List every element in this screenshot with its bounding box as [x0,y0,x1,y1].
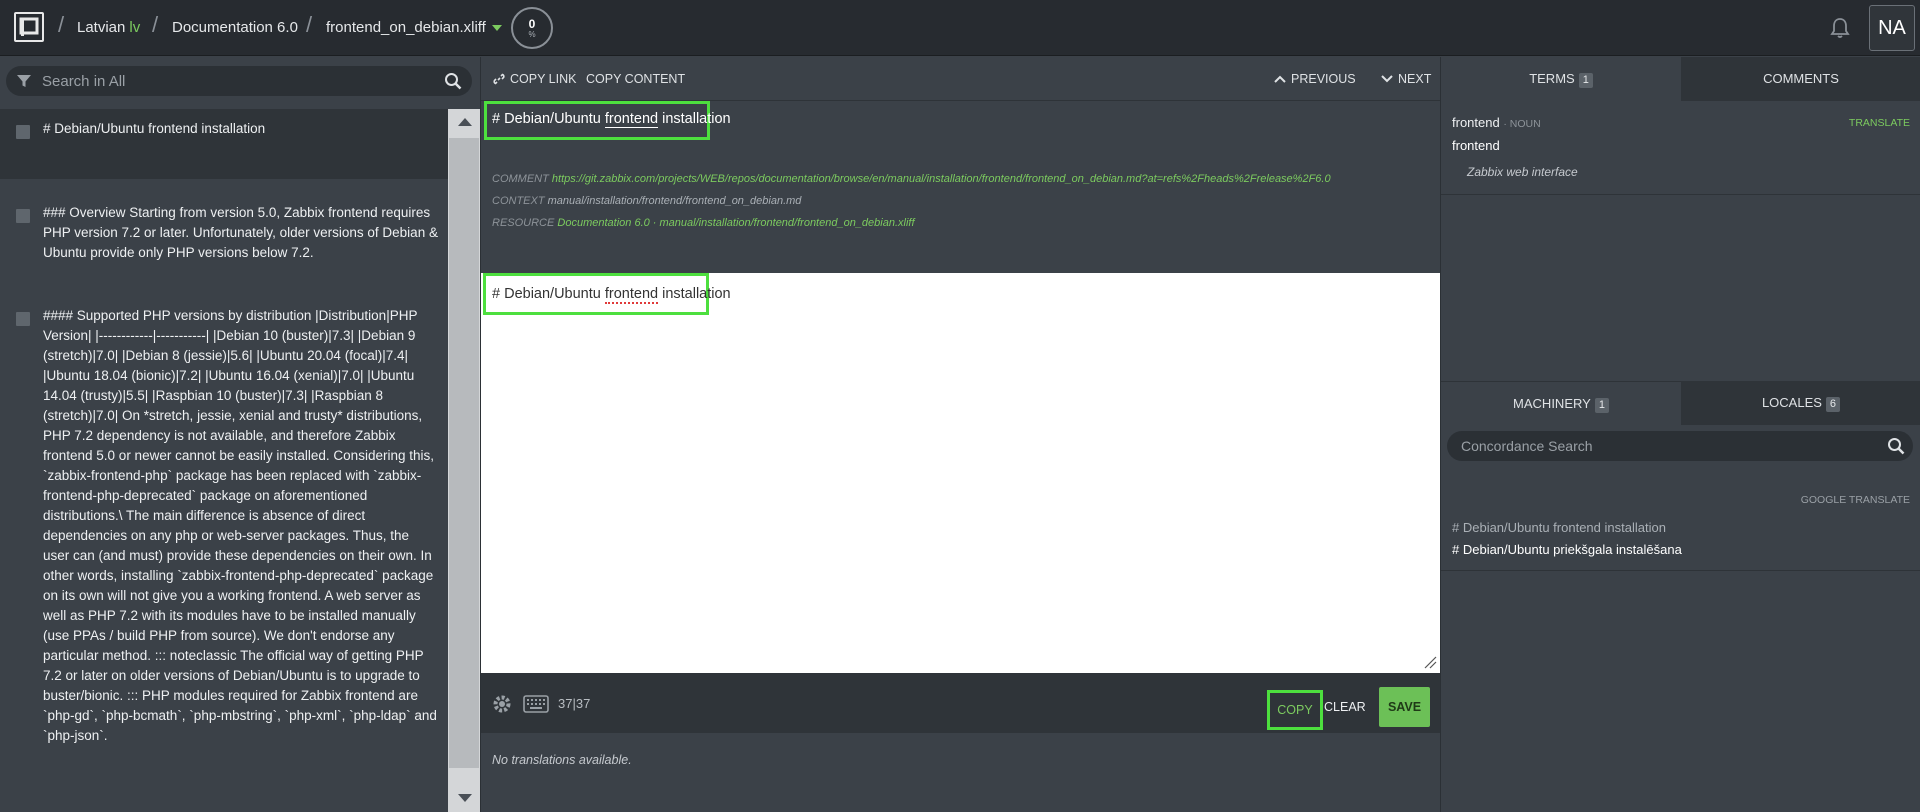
search-bar [6,66,472,96]
bell-icon[interactable] [1828,16,1852,40]
user-avatar[interactable]: NA [1869,5,1915,51]
list-item-text: ### Overview Starting from version 5.0, … [43,205,438,260]
chevron-down-icon [491,25,502,32]
tab-machinery[interactable]: MACHINERY 1 [1441,381,1681,425]
term-translation: frontend [1452,138,1500,153]
term-definition: Zabbix web interface [1467,165,1578,179]
helpers-panel: TERMS 1 COMMENTS frontend · NOUN TRANSLAT… [1440,57,1920,812]
list-item-text: # Debian/Ubuntu frontend installation [43,121,266,136]
gear-icon[interactable] [491,693,513,715]
source-string: # Debian/Ubuntu frontend installation [492,111,731,128]
link-icon [493,73,505,85]
search-icon[interactable] [444,72,462,90]
top-bar: / Latvian lv / Documentation 6.0 / fronte… [0,0,1920,56]
search-input[interactable] [42,66,432,96]
scroll-down-arrow-icon[interactable] [458,794,472,802]
machinery-count-badge: 1 [1594,398,1609,413]
next-button[interactable]: NEXT [1380,72,1431,86]
term-entry[interactable]: frontend · NOUN [1452,115,1541,130]
editor-panel: COPY LINK COPY CONTENT PREVIOUS NEXT # D… [480,57,1441,812]
translate-term-link[interactable]: TRANSLATE [1849,117,1910,129]
entity-list-panel: # Debian/Ubuntu frontend installation ##… [0,57,480,812]
pontoon-logo[interactable] [14,12,44,42]
list-item[interactable]: #### Supported PHP versions by distribut… [0,296,448,756]
tab-comments[interactable]: COMMENTS [1681,57,1920,101]
search-icon[interactable] [1887,437,1905,455]
divider [1441,570,1920,571]
machinery-source-text: # Debian/Ubuntu frontend installation [1452,520,1666,535]
source-panel: # Debian/Ubuntu frontend installation CO… [481,101,1441,273]
locales-count-badge: 6 [1825,397,1841,412]
scroll-up-arrow-icon[interactable] [458,118,472,126]
filter-icon[interactable] [16,73,32,89]
breadcrumb-project[interactable]: Documentation 6.0 [172,19,298,36]
translation-text: # Debian/Ubuntu frontend installation [492,286,731,304]
machine-translation-provider: GOOGLE TRANSLATE [1800,494,1910,506]
term-highlight[interactable]: frontend [604,111,659,128]
breadcrumb-separator: / [152,12,159,37]
translation-textarea[interactable]: # Debian/Ubuntu frontend installation [481,273,1441,673]
breadcrumb-file[interactable]: frontend_on_debian.xliff [326,19,502,36]
history-empty-message: No translations available. [492,753,632,767]
list-item-text: #### Supported PHP versions by distribut… [43,308,437,743]
clear-button[interactable]: CLEAR [1324,700,1366,714]
progress-indicator[interactable]: 0 % [511,7,553,49]
tab-terms[interactable]: TERMS 1 [1441,57,1681,101]
status-checkbox[interactable] [16,209,30,223]
scrollbar-thumb[interactable] [449,138,479,768]
concordance-search-bar [1447,431,1913,461]
chevron-up-icon [1274,75,1286,83]
character-count: 37|37 [558,696,591,711]
scrollbar[interactable] [448,109,480,812]
copy-link-button[interactable]: COPY LINK [492,72,576,86]
source-context: CONTEXT manual/installation/frontend/fro… [492,195,802,207]
list-item[interactable]: # Debian/Ubuntu frontend installation [0,109,448,179]
breadcrumb-separator: / [58,12,65,37]
resize-grip-icon[interactable] [1423,655,1437,669]
save-button[interactable]: SAVE [1379,687,1430,727]
terms-count-badge: 1 [1578,73,1593,88]
machinery-translation[interactable]: # Debian/Ubuntu priekšgala instalēšana [1452,542,1682,557]
status-checkbox[interactable] [16,312,30,326]
previous-button[interactable]: PREVIOUS [1273,72,1356,86]
breadcrumb-language[interactable]: Latvian lv [77,19,140,36]
source-comment: COMMENT https://git.zabbix.com/projects/… [492,173,1331,185]
source-resource: RESOURCE Documentation 6.0 · manual/inst… [492,217,915,229]
concordance-search-input[interactable] [1461,431,1861,461]
tab-locales[interactable]: LOCALES 6 [1681,381,1920,425]
editor-toolbar: COPY LINK COPY CONTENT PREVIOUS NEXT [481,57,1441,101]
list-item[interactable]: ### Overview Starting from version 5.0, … [0,193,448,273]
status-checkbox[interactable] [16,125,30,139]
keyboard-icon[interactable] [523,695,549,713]
copy-button[interactable]: COPY [1267,690,1323,730]
divider [1441,194,1920,195]
copy-content-button[interactable]: COPY CONTENT [586,72,685,86]
string-list: # Debian/Ubuntu frontend installation ##… [0,109,448,812]
breadcrumb-separator: / [306,12,313,37]
editor-action-bar: 37|37 COPY CLEAR SAVE [481,673,1441,733]
chevron-down-icon [1381,75,1393,83]
